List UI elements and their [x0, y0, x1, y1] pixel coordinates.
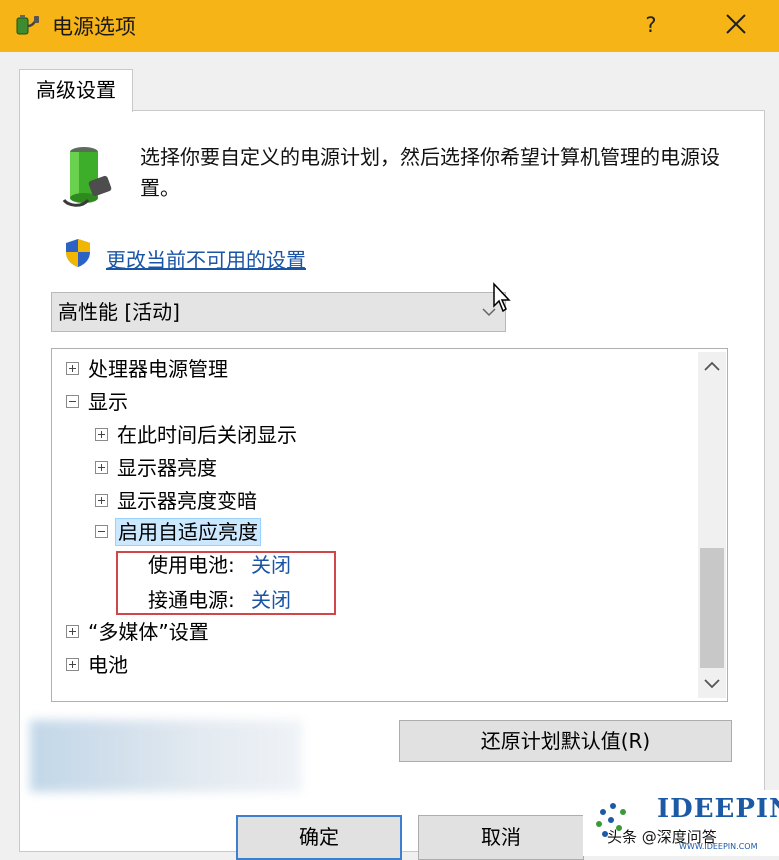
expand-icon[interactable]: [66, 658, 79, 671]
tree-item-label: 显示: [88, 390, 128, 414]
tree-item-label: 显示器亮度变暗: [117, 489, 257, 513]
tree-item-label-selected: 启用自适应亮度: [115, 518, 261, 546]
power-plan-value: 高性能 [活动]: [58, 300, 180, 324]
collapse-icon[interactable]: [66, 395, 79, 408]
blurred-region: [30, 720, 302, 792]
tree-item-label: 在此时间后关闭显示: [117, 423, 297, 447]
power-options-icon: [16, 15, 39, 35]
change-unavailable-settings-link[interactable]: 更改当前不可用的设置: [106, 244, 306, 273]
tree-scrollbar[interactable]: [698, 352, 726, 698]
watermark-url: WWW.IDEEPIN.COM: [679, 842, 758, 851]
tree-item-label: 处理器电源管理: [88, 357, 228, 381]
power-plan-select[interactable]: 高性能 [活动]: [51, 292, 506, 332]
tree-item-label: “多媒体”设置: [88, 620, 209, 644]
setting-value[interactable]: 关闭: [251, 585, 291, 615]
close-icon[interactable]: [720, 8, 752, 40]
expand-icon[interactable]: [66, 625, 79, 638]
scroll-down-icon[interactable]: [698, 668, 726, 698]
window-title: 电源选项: [52, 15, 136, 39]
tree-item-label: 电池: [88, 653, 128, 677]
ok-button[interactable]: 确定: [236, 815, 402, 860]
setting-label: 接通电源:: [148, 588, 235, 612]
battery-plug-icon: [62, 147, 112, 207]
setting-label: 使用电池:: [148, 553, 235, 577]
title-bar: 电源选项 ?: [0, 0, 779, 52]
mouse-cursor-icon: [493, 282, 511, 313]
watermark-brand: IDEEPIN: [657, 794, 779, 824]
expand-icon[interactable]: [95, 494, 108, 507]
uac-shield-icon: [66, 239, 90, 267]
setting-value[interactable]: 关闭: [251, 550, 291, 580]
tab-advanced-settings[interactable]: 高级设置: [19, 69, 133, 112]
cancel-button[interactable]: 取消: [418, 815, 584, 860]
collapse-icon[interactable]: [95, 525, 108, 538]
expand-icon[interactable]: [66, 362, 79, 375]
expand-icon[interactable]: [95, 428, 108, 441]
scroll-thumb[interactable]: [700, 548, 724, 668]
expand-icon[interactable]: [95, 461, 108, 474]
description-text: 选择你要自定义的电源计划，然后选择你希望计算机管理的电源设置。: [140, 145, 720, 200]
scroll-up-icon[interactable]: [698, 352, 726, 382]
restore-defaults-button[interactable]: 还原计划默认值(R): [399, 720, 732, 762]
watermark: IDEEPIN 头条 @深度问答 WWW.IDEEPIN.COM: [583, 790, 779, 856]
tree-item-label: 显示器亮度: [117, 456, 217, 480]
help-button[interactable]: ?: [636, 10, 666, 40]
settings-tree[interactable]: 处理器电源管理 显示 在此时间后关闭显示 显示器亮度 显示器亮度变暗 启用自适应…: [51, 348, 728, 702]
